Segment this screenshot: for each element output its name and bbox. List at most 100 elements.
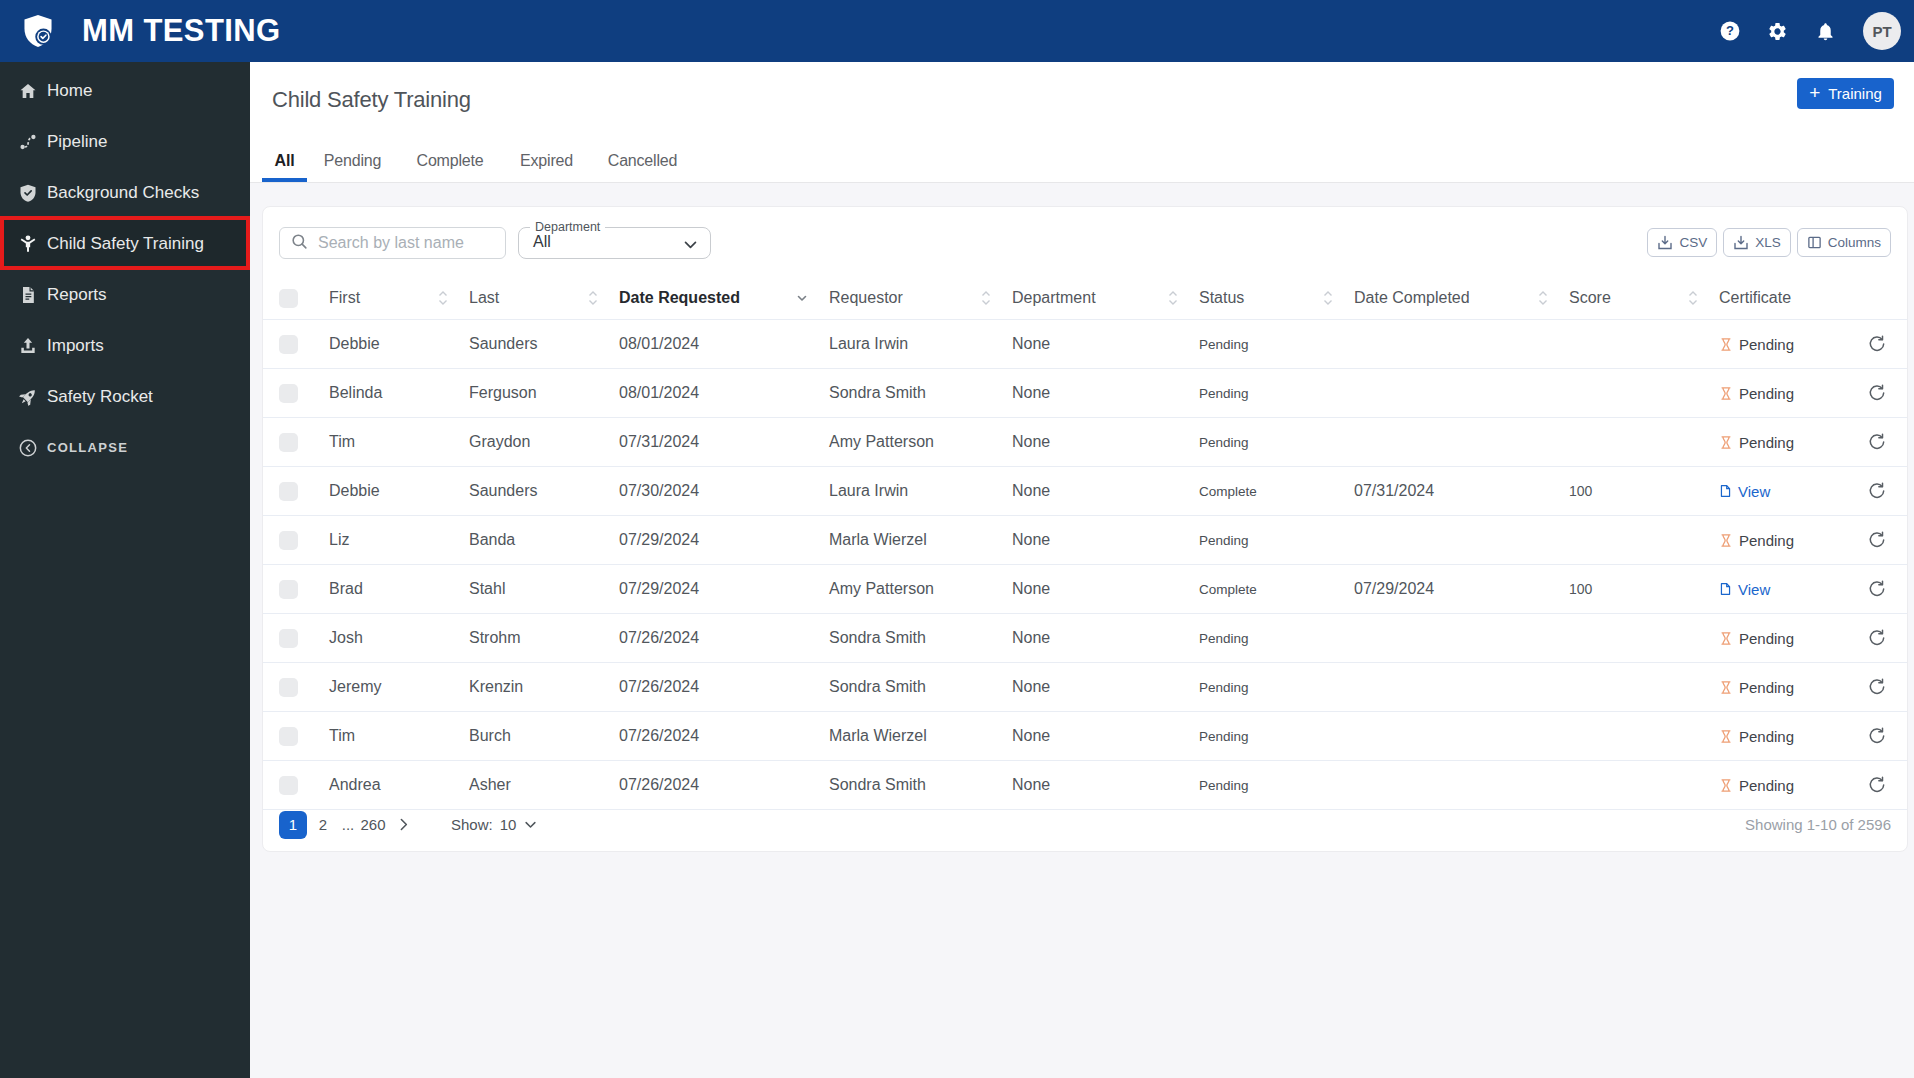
page-button-260[interactable]: 260 [359, 811, 387, 839]
refresh-button[interactable] [1866, 578, 1888, 600]
row-checkbox[interactable] [279, 776, 298, 795]
sidebar-collapse-label: COLLAPSE [47, 440, 128, 455]
sidebar-item-home[interactable]: Home [0, 65, 250, 116]
column-header-department[interactable]: Department [1012, 289, 1199, 307]
table-row: Tim Burch 07/26/2024 Marla Wierzel None … [263, 711, 1907, 760]
columns-icon [1807, 235, 1822, 250]
certificate-status: Pending [1739, 728, 1794, 745]
search-input[interactable] [309, 234, 525, 252]
page-button-1[interactable]: 1 [279, 811, 307, 839]
refresh-button[interactable] [1866, 333, 1888, 355]
table-row: Debbie Saunders 08/01/2024 Laura Irwin N… [263, 319, 1907, 368]
column-header-date-requested[interactable]: Date Requested [619, 289, 829, 307]
refresh-button[interactable] [1866, 725, 1888, 747]
certificate-view-link[interactable]: View [1719, 581, 1859, 598]
show-per-page[interactable]: Show: 10 [451, 816, 538, 833]
row-checkbox[interactable] [279, 531, 298, 550]
refresh-button[interactable] [1866, 774, 1888, 796]
refresh-button[interactable] [1866, 431, 1888, 453]
row-checkbox[interactable] [279, 335, 298, 354]
select-all-checkbox[interactable] [279, 289, 298, 308]
collapse-chevron-icon [18, 438, 38, 458]
refresh-icon [1867, 432, 1887, 452]
sort-icon [1688, 290, 1698, 306]
row-checkbox[interactable] [279, 678, 298, 697]
sidebar-item-label: Imports [47, 336, 104, 356]
notifications-bell-icon[interactable] [1815, 21, 1836, 42]
cell-status: Pending [1199, 680, 1354, 695]
tab-pending[interactable]: Pending [307, 143, 398, 182]
settings-gear-icon[interactable] [1767, 21, 1788, 42]
certificate-pending: Pending [1719, 385, 1859, 402]
csv-button[interactable]: CSV [1647, 228, 1717, 257]
sidebar-item-safety-rocket[interactable]: Safety Rocket [0, 371, 250, 422]
cell-date-requested: 07/29/2024 [619, 531, 829, 549]
tab-all[interactable]: All [262, 143, 307, 182]
sidebar-collapse-button[interactable]: COLLAPSE [0, 422, 250, 473]
xls-button[interactable]: XLS [1723, 228, 1791, 257]
table-body: Debbie Saunders 08/01/2024 Laura Irwin N… [263, 319, 1907, 809]
tab-cancelled[interactable]: Cancelled [591, 143, 694, 182]
cell-first: Jeremy [329, 678, 469, 696]
cell-status: Pending [1199, 386, 1354, 401]
refresh-icon [1867, 530, 1887, 550]
row-checkbox[interactable] [279, 482, 298, 501]
cell-last: Burch [469, 727, 619, 745]
cell-status: Complete [1199, 484, 1354, 499]
cell-last: Saunders [469, 335, 619, 353]
table-row: Brad Stahl 07/29/2024 Amy Patterson None… [263, 564, 1907, 613]
cell-last: Stahl [469, 580, 619, 598]
certificate-status: Pending [1739, 679, 1794, 696]
certificate-status: Pending [1739, 777, 1794, 794]
cell-first: Debbie [329, 335, 469, 353]
next-page-button[interactable] [389, 811, 417, 839]
sidebar-item-imports[interactable]: Imports [0, 320, 250, 371]
cell-date-requested: 07/31/2024 [619, 433, 829, 451]
row-checkbox[interactable] [279, 433, 298, 452]
sidebar-item-child-safety-training[interactable]: Child Safety Training [0, 218, 250, 269]
refresh-button[interactable] [1866, 382, 1888, 404]
column-header-score[interactable]: Score [1569, 289, 1719, 307]
certificate-status: Pending [1739, 532, 1794, 549]
column-header-status[interactable]: Status [1199, 289, 1354, 307]
avatar[interactable]: PT [1863, 12, 1901, 50]
columns-button[interactable]: Columns [1797, 228, 1891, 257]
tab-complete[interactable]: Complete [398, 143, 502, 182]
app-logo [22, 13, 54, 49]
sidebar-item-background-checks[interactable]: Background Checks [0, 167, 250, 218]
certificate-view-link[interactable]: View [1719, 483, 1859, 500]
document-icon [1719, 484, 1732, 498]
department-select[interactable]: Department All [518, 227, 711, 259]
row-checkbox[interactable] [279, 629, 298, 648]
certificate-status: Pending [1739, 630, 1794, 647]
cell-department: None [1012, 580, 1199, 598]
sidebar-item-label: Child Safety Training [47, 234, 204, 254]
refresh-button[interactable] [1866, 529, 1888, 551]
row-checkbox[interactable] [279, 727, 298, 746]
cell-score: 100 [1569, 581, 1719, 597]
column-header-last[interactable]: Last [469, 289, 619, 307]
column-header-certificate[interactable]: Certificate [1719, 289, 1859, 307]
cell-date-requested: 07/26/2024 [619, 727, 829, 745]
column-header-date-completed[interactable]: Date Completed [1354, 289, 1569, 307]
cell-department: None [1012, 531, 1199, 549]
pipeline-icon [18, 132, 38, 152]
sidebar-item-pipeline[interactable]: Pipeline [0, 116, 250, 167]
refresh-icon [1867, 775, 1887, 795]
column-header-first[interactable]: First [329, 289, 469, 307]
svg-text:?: ? [1726, 23, 1734, 38]
add-training-button[interactable]: + Training [1797, 78, 1894, 109]
row-checkbox[interactable] [279, 384, 298, 403]
cell-last: Krenzin [469, 678, 619, 696]
tab-expired[interactable]: Expired [502, 143, 591, 182]
hourglass-icon [1719, 778, 1733, 793]
row-checkbox[interactable] [279, 580, 298, 599]
sidebar-item-reports[interactable]: Reports [0, 269, 250, 320]
page-button-2[interactable]: 2 [309, 811, 337, 839]
column-header-requestor[interactable]: Requestor [829, 289, 1012, 307]
refresh-button[interactable] [1866, 480, 1888, 502]
help-icon[interactable]: ? [1719, 21, 1740, 42]
refresh-button[interactable] [1866, 676, 1888, 698]
department-label: Department [530, 220, 605, 234]
refresh-button[interactable] [1866, 627, 1888, 649]
